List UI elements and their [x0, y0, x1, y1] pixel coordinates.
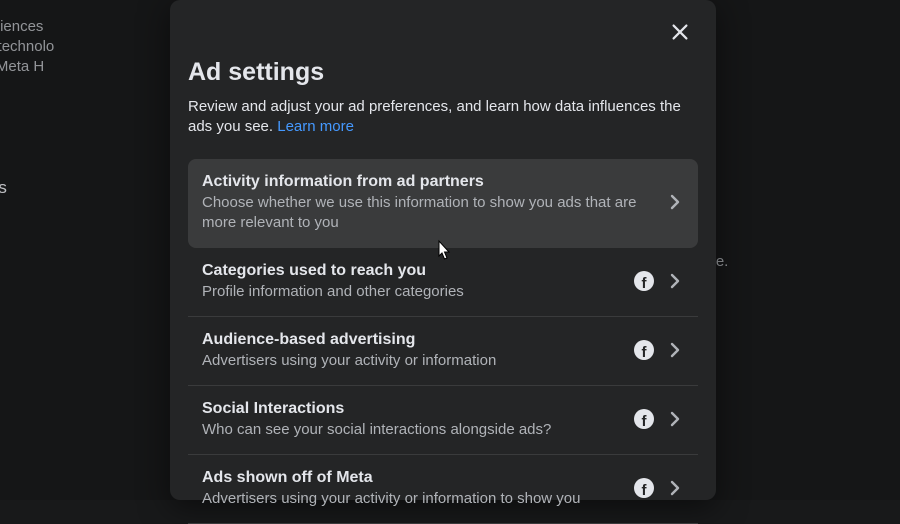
learn-more-link[interactable]: Learn more [277, 118, 354, 135]
settings-row[interactable]: Social InteractionsWho can see your soci… [188, 386, 698, 455]
ad-settings-modal: Ad settings Review and adjust your ad pr… [170, 0, 716, 500]
settings-row[interactable]: Categories used to reach youProfile info… [188, 248, 698, 317]
row-description: Who can see your social interactions alo… [202, 420, 622, 440]
chevron-right-icon [666, 339, 684, 361]
settings-row[interactable]: Activity information from ad partnersCho… [188, 159, 698, 248]
row-description: Profile information and other categories [202, 282, 622, 302]
facebook-icon: f [634, 340, 654, 360]
facebook-icon: f [634, 478, 654, 498]
chevron-right-icon [666, 477, 684, 499]
settings-list: Activity information from ad partnersCho… [188, 159, 698, 524]
row-title: Audience-based advertising [202, 329, 622, 351]
settings-row[interactable]: Audience-based advertisingAdvertisers us… [188, 317, 698, 386]
row-description: Advertisers using your activity or infor… [202, 489, 622, 509]
facebook-icon: f [634, 409, 654, 429]
settings-row[interactable]: Ads shown off of MetaAdvertisers using y… [188, 455, 698, 524]
row-title: Ads shown off of Meta [202, 467, 622, 489]
close-button[interactable] [666, 18, 694, 46]
chevron-right-icon [666, 191, 684, 213]
chevron-right-icon [666, 408, 684, 430]
row-title: Social Interactions [202, 398, 622, 420]
facebook-icon: f [634, 271, 654, 291]
modal-subtitle: Review and adjust your ad preferences, a… [188, 97, 698, 137]
row-description: Advertisers using your activity or infor… [202, 351, 622, 371]
row-title: Activity information from ad partners [202, 171, 654, 193]
modal-title: Ad settings [188, 58, 698, 87]
close-icon [669, 21, 691, 43]
row-title: Categories used to reach you [202, 260, 622, 282]
row-description: Choose whether we use this information t… [202, 193, 654, 233]
chevron-right-icon [666, 270, 684, 292]
